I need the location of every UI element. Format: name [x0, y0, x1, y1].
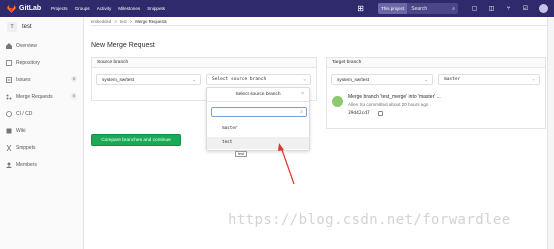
watermark: https://blog.csdn.net/forwardlee — [228, 212, 511, 228]
scrollbar[interactable] — [547, 17, 554, 249]
